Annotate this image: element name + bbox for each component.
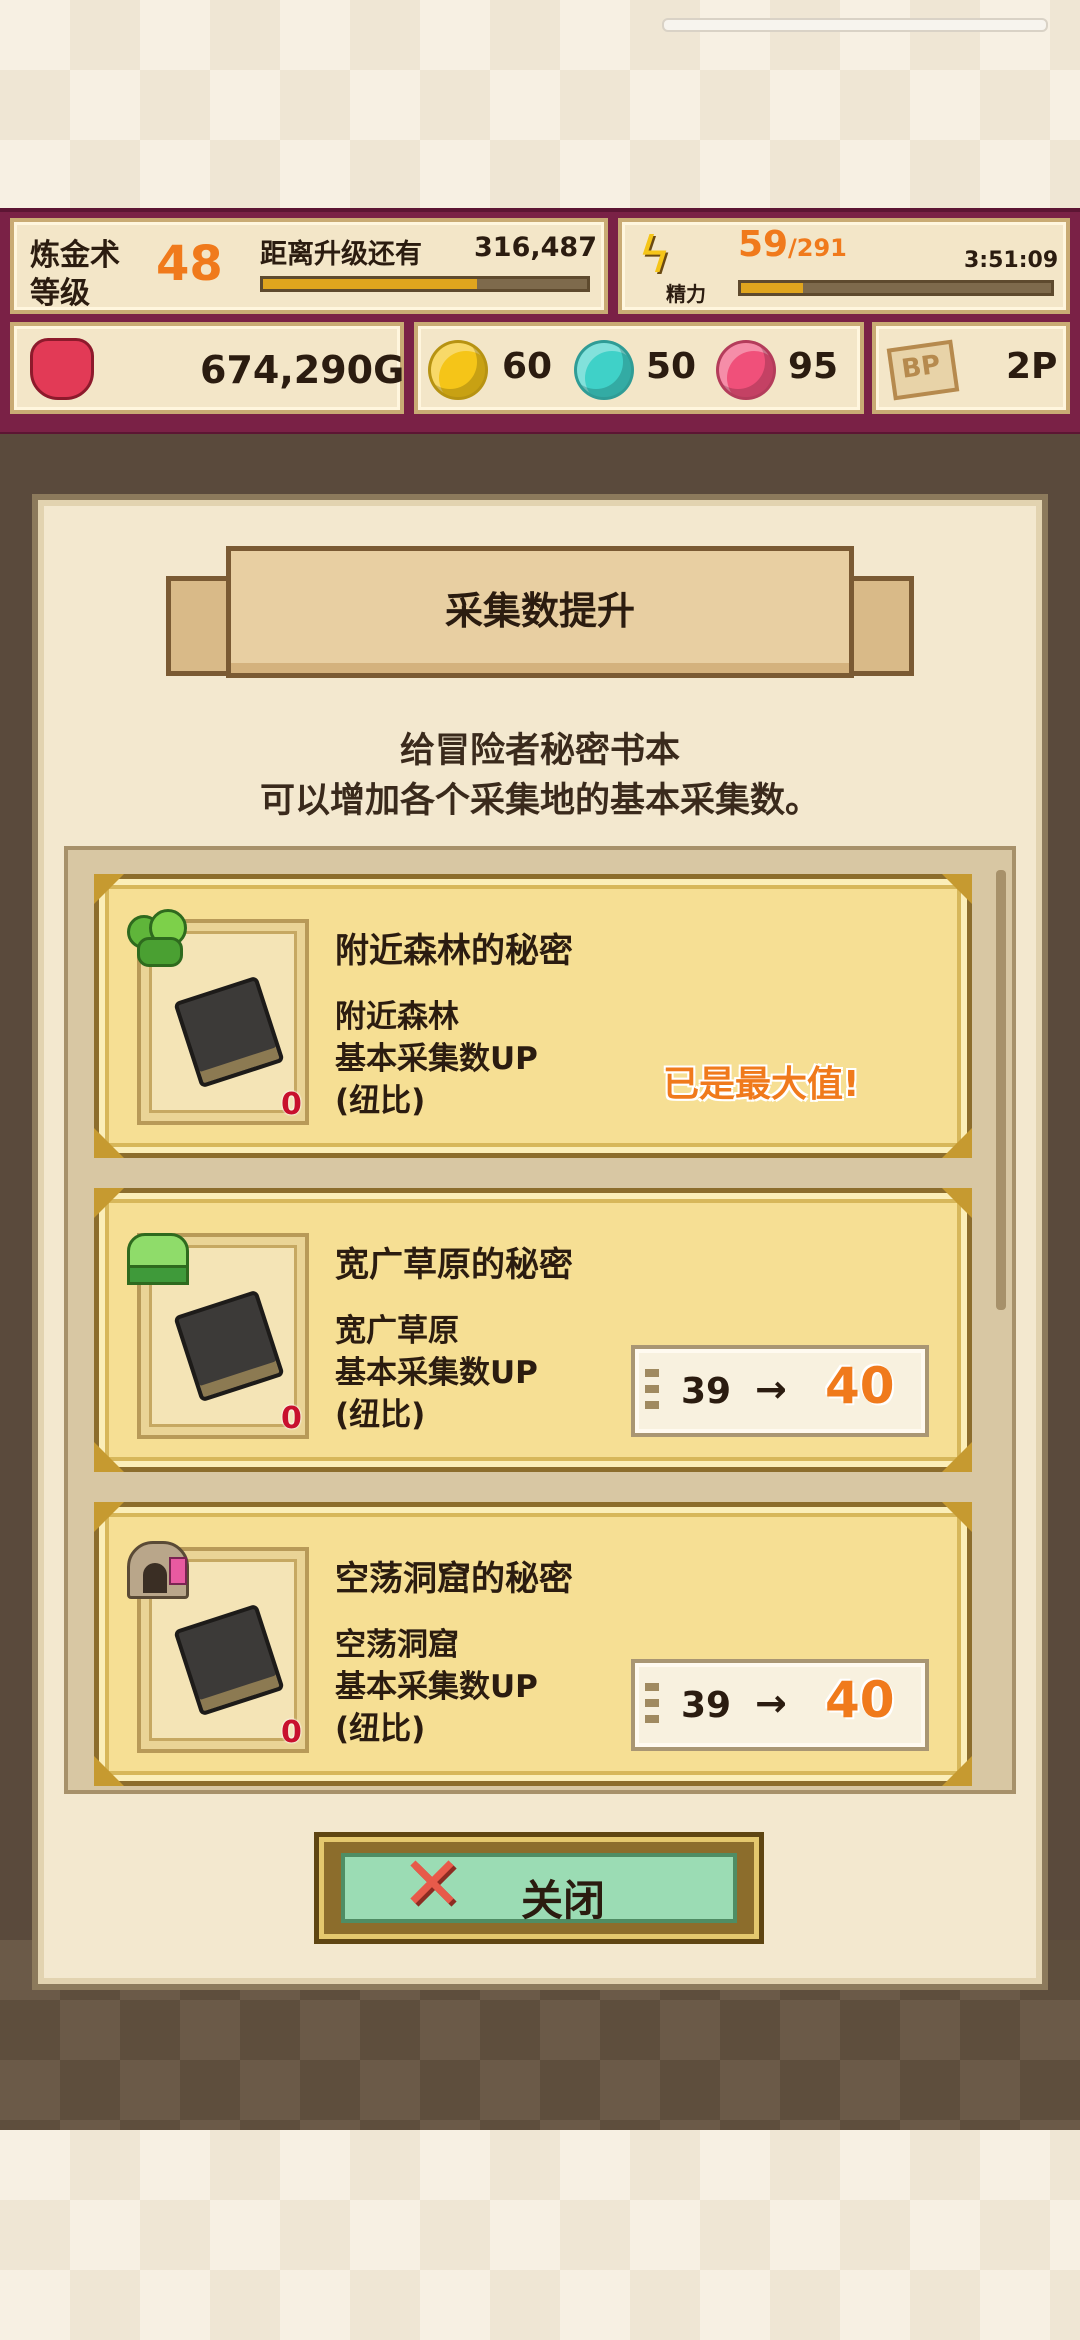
- card-ratio: (纽比): [335, 1397, 426, 1433]
- card-corner: [942, 1188, 972, 1218]
- stamina-current: 59: [738, 224, 789, 265]
- alchemy-level-label-line2: 等级: [30, 276, 90, 311]
- card-corner: [94, 1188, 124, 1218]
- bp-value: 2P: [1006, 346, 1058, 387]
- book-count: 0: [281, 1401, 302, 1436]
- stamina-max: /291: [788, 234, 847, 262]
- cyan-gem-icon: [574, 340, 634, 400]
- top-hud: 炼金术 等级 48 距离升级还有 316,487 ϟ 精力 59 /291 3:…: [0, 208, 1080, 438]
- grassland-icon: [123, 1223, 193, 1285]
- card-corner: [94, 1502, 124, 1532]
- yellow-gem-icon: [428, 340, 488, 400]
- stamina-label: 精力: [666, 282, 706, 306]
- arrow-right-icon: →: [755, 1681, 787, 1725]
- card-corner: [942, 874, 972, 904]
- list-item-forest[interactable]: 0 附近森林的秘密 附近森林 基本采集数UP (纽比) 已是最大值!: [94, 874, 972, 1158]
- lightning-icon: ϟ: [638, 226, 671, 284]
- bp-icon: BP: [886, 339, 960, 401]
- note-rings: [645, 1369, 659, 1415]
- max-reached-label: 已是最大值!: [663, 1064, 860, 1105]
- card-corner: [942, 1442, 972, 1472]
- upgrade-preview: 39 → 40: [631, 1345, 929, 1437]
- alchemy-level-value: 48: [156, 236, 223, 292]
- card-corner: [94, 874, 124, 904]
- bottom-pattern: [0, 2130, 1080, 2340]
- next-level-progress-bar: [260, 276, 590, 292]
- list-scrollbar[interactable]: [996, 870, 1006, 1310]
- forest-icon: [123, 909, 193, 971]
- coin-purse-icon: [30, 338, 94, 400]
- card-effect: 基本采集数UP: [335, 1669, 538, 1705]
- close-x-icon: ✕: [401, 1841, 464, 1927]
- next-value: 40: [825, 1357, 895, 1415]
- title-banner: 采集数提升: [166, 546, 914, 686]
- card-title: 宽广草原的秘密: [335, 1245, 573, 1285]
- cave-icon: [123, 1537, 193, 1599]
- yellow-gem-value: 60: [502, 346, 553, 387]
- stamina-timer: 3:51:09: [964, 248, 1059, 273]
- home-indicator: [662, 18, 1048, 32]
- pink-gem-icon: [716, 340, 776, 400]
- card-corner: [942, 1128, 972, 1158]
- gold-value: 674,290G: [200, 348, 405, 392]
- alchemy-level-panel[interactable]: 炼金术 等级 48 距离升级还有 316,487: [10, 218, 608, 314]
- next-level-label: 距离升级还有: [260, 239, 422, 270]
- card-place: 空荡洞窟: [335, 1627, 459, 1663]
- book-count: 0: [281, 1715, 302, 1750]
- stamina-progress-bar: [738, 280, 1054, 296]
- bp-icon-text: BP: [899, 349, 943, 385]
- note-rings: [645, 1683, 659, 1729]
- stamina-progress-fill: [741, 283, 803, 293]
- stamina-panel[interactable]: ϟ 精力 59 /291 3:51:09: [618, 218, 1070, 314]
- current-value: 39: [681, 1685, 732, 1726]
- dialog-desc-line2: 可以增加各个采集地的基本采集数。: [259, 781, 820, 821]
- close-button[interactable]: ✕ 关闭: [314, 1832, 764, 1944]
- gold-panel[interactable]: 674,290G: [10, 322, 404, 414]
- next-value: 40: [825, 1671, 895, 1729]
- bp-panel[interactable]: BP 2P: [872, 322, 1070, 414]
- list-item-cave[interactable]: 0 空荡洞窟的秘密 空荡洞窟 基本采集数UP (纽比) 39 → 40: [94, 1502, 972, 1786]
- card-ratio: (纽比): [335, 1711, 426, 1747]
- dialog-title: 采集数提升: [444, 589, 635, 633]
- card-title: 附近森林的秘密: [335, 931, 573, 971]
- card-place: 宽广草原: [335, 1313, 459, 1349]
- pink-gem-value: 95: [788, 346, 839, 387]
- card-title: 空荡洞窟的秘密: [335, 1559, 573, 1599]
- next-level-value: 316,487: [474, 232, 597, 263]
- card-corner: [942, 1502, 972, 1532]
- card-corner: [94, 1756, 124, 1786]
- card-effect: 基本采集数UP: [335, 1041, 538, 1077]
- card-corner: [94, 1128, 124, 1158]
- card-ratio: (纽比): [335, 1083, 426, 1119]
- upgrade-preview: 39 → 40: [631, 1659, 929, 1751]
- arrow-right-icon: →: [755, 1367, 787, 1411]
- card-effect: 基本采集数UP: [335, 1355, 538, 1391]
- book-count: 0: [281, 1087, 302, 1122]
- next-level-progress-fill: [263, 279, 477, 289]
- close-button-label: 关闭: [521, 1876, 606, 1925]
- card-corner: [942, 1756, 972, 1786]
- list-item-grassland[interactable]: 0 宽广草原的秘密 宽广草原 基本采集数UP (纽比) 39 → 40: [94, 1188, 972, 1472]
- gems-panel[interactable]: 60 50 95: [414, 322, 864, 414]
- dialog-desc-line1: 给冒险者秘密书本: [399, 731, 680, 771]
- card-corner: [94, 1442, 124, 1472]
- card-place: 附近森林: [335, 999, 459, 1035]
- current-value: 39: [681, 1371, 732, 1412]
- cyan-gem-value: 50: [646, 346, 697, 387]
- close-button-face[interactable]: ✕ 关闭: [341, 1847, 737, 1925]
